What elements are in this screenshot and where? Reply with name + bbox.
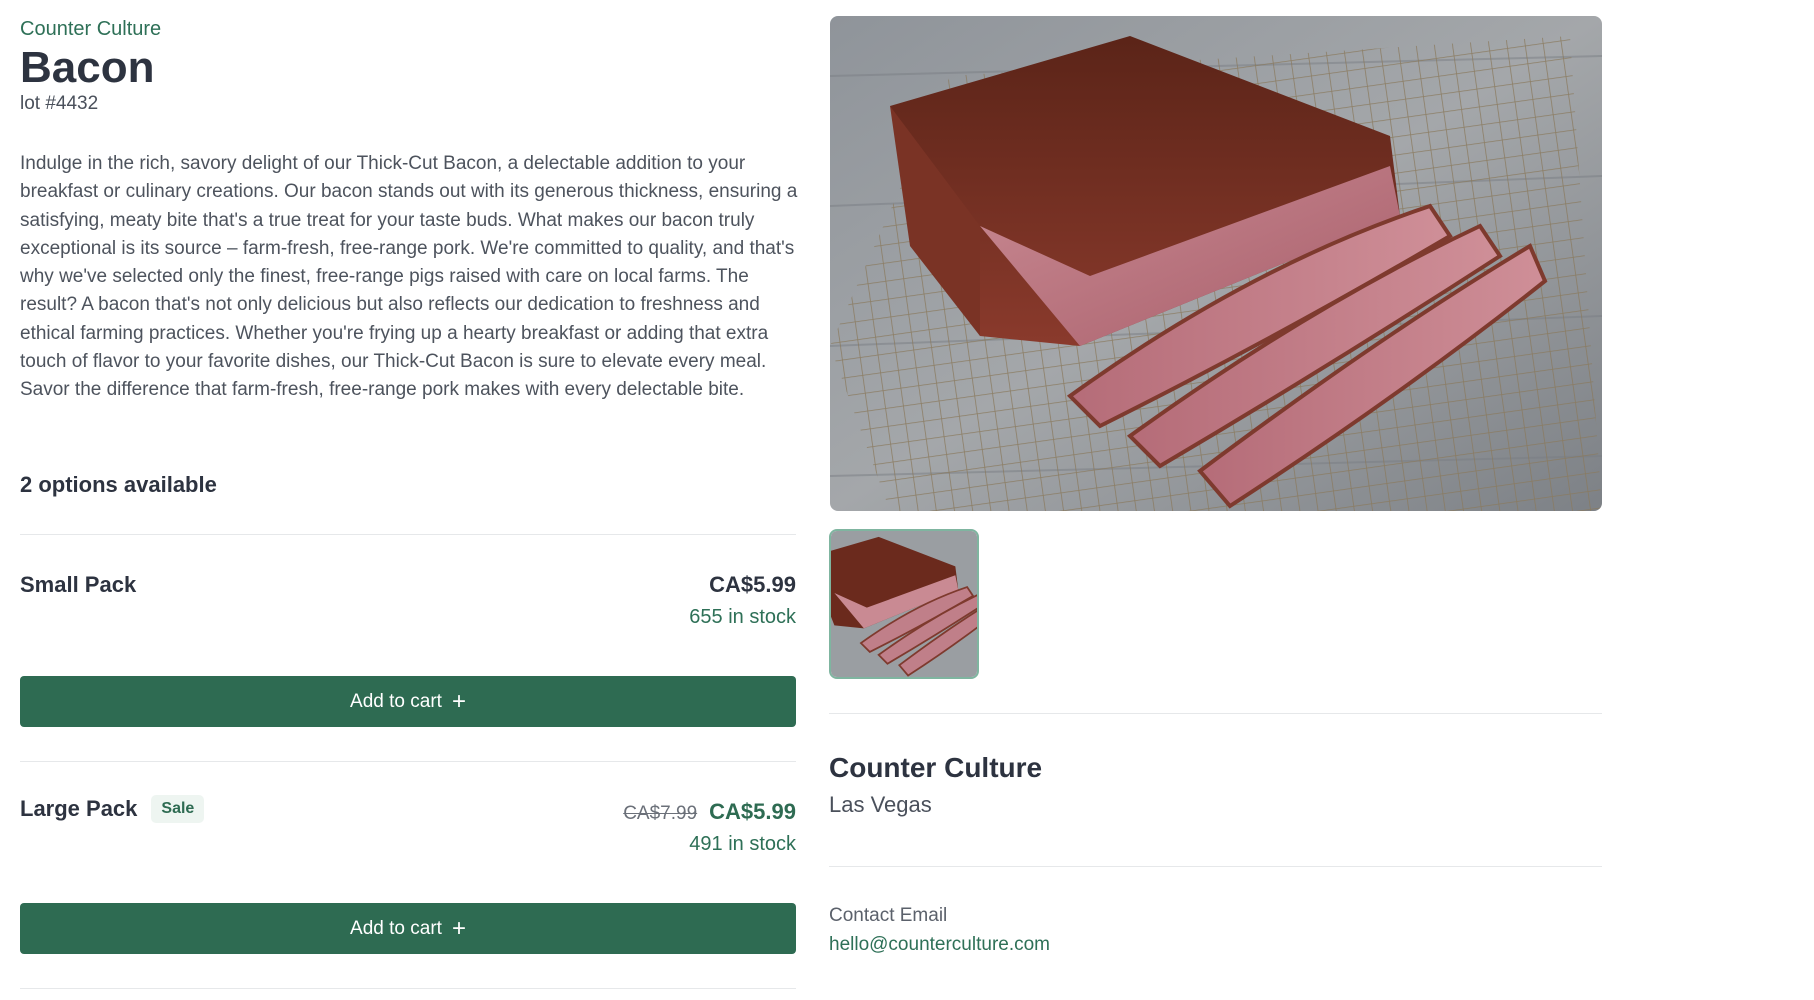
contact-email-label: Contact Email [829,905,948,926]
option-stock: 655 in stock [689,606,796,628]
option-name-label: Large Pack [20,796,138,821]
plus-icon: + [451,914,466,942]
option-stock: 491 in stock [689,833,796,855]
add-to-cart-button[interactable]: Add to cart + [20,676,796,727]
product-description: Indulge in the rich, savory delight of o… [20,153,798,401]
add-to-cart-label: Add to cart [350,917,442,939]
divider [20,761,796,762]
option-price-block: CA$7.99 CA$5.99 491 in stock [623,799,796,856]
add-to-cart-button[interactable]: Add to cart + [20,903,796,954]
product-page: Counter Culture Bacon lot #4432 Indulge … [0,0,1814,1000]
thumbnail-image[interactable] [829,529,979,679]
lot-number: lot #4432 [20,93,99,114]
add-to-cart-label: Add to cart [350,690,442,712]
original-price: CA$7.99 [623,803,698,824]
product-image [830,16,1602,511]
option-name: Large Pack Sale [20,795,205,823]
sale-badge: Sale [151,795,205,823]
option-name-label: Small Pack [20,572,137,597]
product-title: Bacon [20,43,155,92]
divider [20,534,796,535]
shop-city: Las Vegas [829,792,932,817]
option-price: CA$5.99 [709,799,796,824]
shop-name: Counter Culture [829,752,1043,783]
plus-icon: + [451,687,466,715]
option-price: CA$5.99 [709,572,796,597]
options-heading: 2 options available [20,472,217,497]
divider [829,866,1602,867]
vendor-link[interactable]: Counter Culture [20,18,161,41]
contact-email-link[interactable]: hello@counterculture.com [829,934,1050,956]
divider [20,988,796,989]
divider [829,713,1602,714]
option-name: Small Pack [20,572,136,598]
option-price-block: CA$5.99 655 in stock [689,572,796,629]
